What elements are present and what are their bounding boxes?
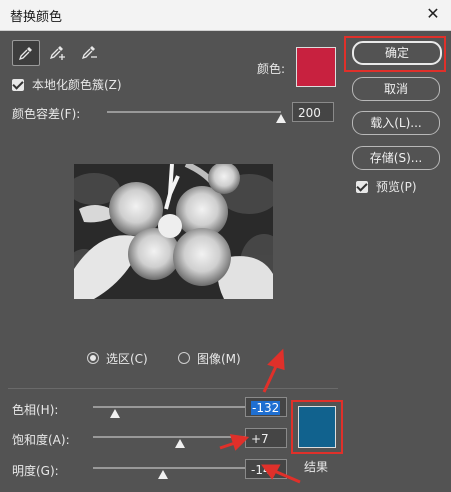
annotation-arrows xyxy=(219,348,301,484)
hue-arrowhead xyxy=(267,348,285,371)
lightness-arrowhead xyxy=(261,464,281,480)
replace-color-dialog: 替换颜色 ✕ 本地化颜色簇(Z) 颜色: 颜色容差(F): 200 确定 取消 xyxy=(0,0,451,492)
saturation-arrowhead xyxy=(229,434,250,451)
